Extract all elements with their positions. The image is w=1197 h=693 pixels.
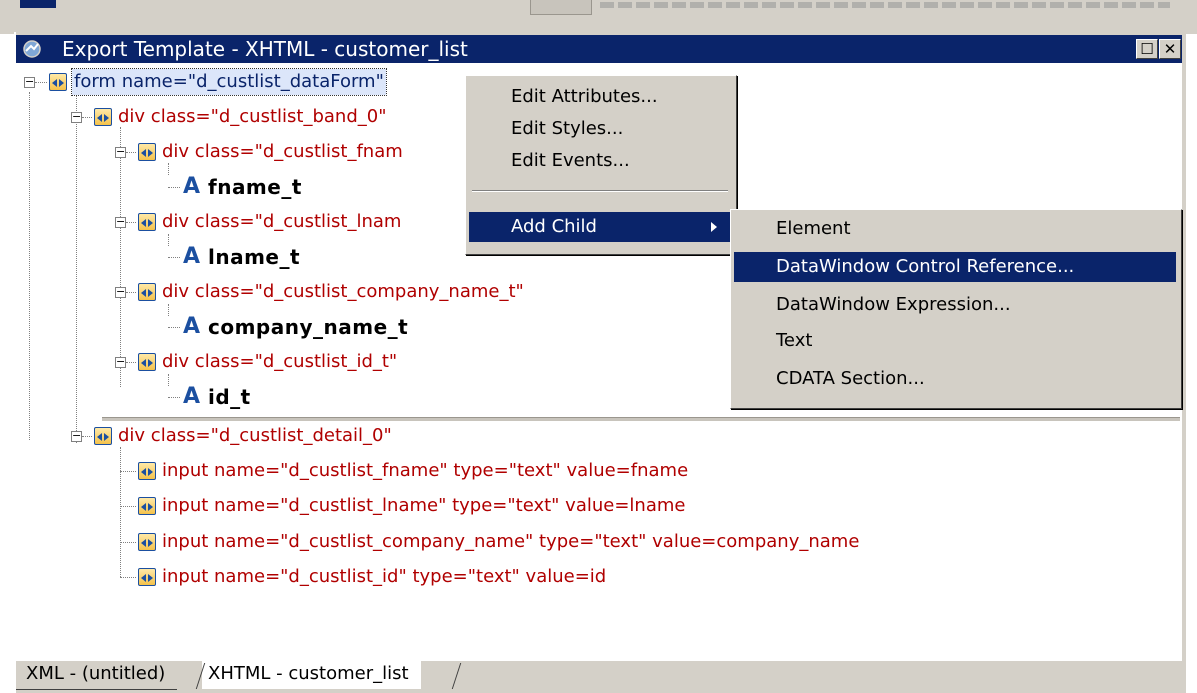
parent-toolbar-fragment xyxy=(530,0,592,15)
element-icon xyxy=(49,73,67,91)
tree-node-input[interactable]: input name="d_custlist_id" type="text" v… xyxy=(16,564,916,590)
submenu-cdata-section[interactable]: CDATA Section... xyxy=(734,364,1176,394)
menu-edit-attributes[interactable]: Edit Attributes... xyxy=(469,82,731,112)
tree-node-label: div class="d_custlist_band_0" xyxy=(118,106,387,127)
tree-node-input[interactable]: input name="d_custlist_fname" type="text… xyxy=(16,458,916,484)
tree-node-label: input name="d_custlist_lname" type="text… xyxy=(162,495,686,516)
band-separator xyxy=(102,417,1180,421)
menu-item-label: Add Child xyxy=(511,216,597,237)
collapse-toggle[interactable]: − xyxy=(115,146,126,158)
tree-node-label: div class="d_custlist_id_t" xyxy=(162,351,398,372)
tree-guide xyxy=(168,327,180,328)
element-icon xyxy=(138,283,156,301)
tree-node-div[interactable]: − div class="d_custlist_fnam xyxy=(16,139,466,165)
tree-node-div[interactable]: − div class="d_custlist_company_name_t" xyxy=(16,279,576,305)
tree-node-label: id_t xyxy=(208,385,251,409)
collapse-toggle[interactable]: − xyxy=(71,111,82,123)
tree-node-div[interactable]: − div class="d_custlist_detail_0" xyxy=(16,423,466,449)
element-icon xyxy=(138,213,156,231)
tree-node-label: fname_t xyxy=(208,175,302,199)
text-node-icon: A xyxy=(183,314,201,339)
tree-guide xyxy=(126,222,136,223)
tree-guide xyxy=(120,577,136,578)
parent-titlebar-fragment xyxy=(20,0,56,8)
menu-edit-styles[interactable]: Edit Styles... xyxy=(469,114,731,144)
parent-status-fragment xyxy=(600,2,1170,8)
tree-node-div[interactable]: − div class="d_custlist_band_0" xyxy=(16,104,476,130)
element-icon xyxy=(94,108,112,126)
tree-node-label: input name="d_custlist_fname" type="text… xyxy=(162,460,689,481)
submenu-element[interactable]: Element xyxy=(734,214,1176,244)
tree-guide xyxy=(120,471,136,472)
tree-guide xyxy=(168,257,180,258)
submenu-arrow-icon xyxy=(711,222,717,232)
tree-node-label: div class="d_custlist_fnam xyxy=(162,141,403,162)
window-title: Export Template - XHTML - customer_list xyxy=(62,37,468,61)
tree-guide xyxy=(168,397,180,398)
tree-guide xyxy=(126,292,136,293)
tree-guide xyxy=(82,117,92,118)
text-node-icon: A xyxy=(183,384,201,409)
submenu-datawindow-expression[interactable]: DataWindow Expression... xyxy=(734,290,1176,320)
text-node-icon: A xyxy=(183,174,201,199)
menu-add-child[interactable]: Add Child xyxy=(469,212,731,242)
tree-node-label: div class="d_custlist_detail_0" xyxy=(118,425,392,446)
submenu-datawindow-control-reference[interactable]: DataWindow Control Reference... xyxy=(734,252,1176,282)
tree-node-label: input name="d_custlist_company_name" typ… xyxy=(162,531,860,552)
menu-separator xyxy=(472,190,728,192)
maximize-button[interactable]: ☐ xyxy=(1136,39,1158,59)
tree-node-label: company_name_t xyxy=(208,315,409,339)
collapse-toggle[interactable]: − xyxy=(115,356,126,368)
tree-guide xyxy=(120,542,136,543)
element-icon xyxy=(138,497,156,515)
menu-edit-events[interactable]: Edit Events... xyxy=(469,146,731,176)
tree-node-form[interactable]: − form name="d_custlist_dataForm" xyxy=(16,68,476,96)
tab-xml-untitled[interactable]: XML - (untitled) xyxy=(16,661,178,690)
element-icon xyxy=(138,568,156,586)
tree-guide xyxy=(82,436,92,437)
tree-node-text[interactable]: A fname_t xyxy=(16,174,466,200)
window-titlebar[interactable]: Export Template - XHTML - customer_list … xyxy=(16,35,1182,63)
tree-node-div[interactable]: − div class="d_custlist_id_t" xyxy=(16,349,466,375)
element-icon xyxy=(138,143,156,161)
submenu-text[interactable]: Text xyxy=(734,326,1176,356)
parent-window-strip xyxy=(0,0,1197,34)
context-menu: Edit Attributes... Edit Styles... Edit E… xyxy=(465,75,737,255)
tree-node-text[interactable]: A id_t xyxy=(16,384,466,410)
element-icon xyxy=(94,427,112,445)
tree-node-input[interactable]: input name="d_custlist_company_name" typ… xyxy=(16,529,1016,555)
tree-guide xyxy=(168,187,180,188)
tree-node-text[interactable]: A lname_t xyxy=(16,244,466,270)
document-tabs: XML - (untitled) XHTML - customer_list xyxy=(16,661,1182,693)
element-icon xyxy=(138,533,156,551)
tree-node-div[interactable]: − div class="d_custlist_lnam xyxy=(16,209,466,235)
export-template-icon xyxy=(23,40,41,58)
tree-guide xyxy=(35,82,47,83)
close-button[interactable]: ✕ xyxy=(1159,39,1181,59)
tree-node-input[interactable]: input name="d_custlist_lname" type="text… xyxy=(16,493,916,519)
tree-guide xyxy=(126,152,136,153)
collapse-toggle[interactable]: − xyxy=(24,76,35,88)
tree-node-label: div class="d_custlist_lnam xyxy=(162,211,402,232)
tree-guide xyxy=(126,362,136,363)
add-child-submenu: Element DataWindow Control Reference... … xyxy=(730,209,1182,409)
collapse-toggle[interactable]: − xyxy=(71,430,82,442)
text-node-icon: A xyxy=(183,244,201,269)
tree-node-label: input name="d_custlist_id" type="text" v… xyxy=(162,566,607,587)
tree-node-label: form name="d_custlist_dataForm" xyxy=(71,68,387,96)
tree-guide xyxy=(120,506,136,507)
tab-divider xyxy=(451,663,470,689)
collapse-toggle[interactable]: − xyxy=(115,216,126,228)
element-icon xyxy=(138,353,156,371)
tree-node-label: lname_t xyxy=(208,245,301,269)
element-icon xyxy=(138,462,156,480)
tree-node-label: div class="d_custlist_company_name_t" xyxy=(162,281,524,302)
tab-xhtml-customer-list[interactable]: XHTML - customer_list xyxy=(202,661,421,689)
collapse-toggle[interactable]: − xyxy=(115,286,126,298)
tree-node-text[interactable]: A company_name_t xyxy=(16,314,466,340)
